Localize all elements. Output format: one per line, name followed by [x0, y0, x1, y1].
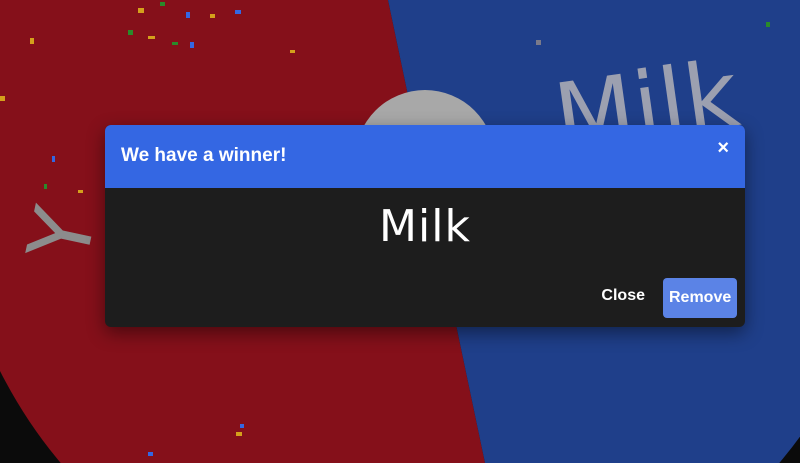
- winner-dialog: We have a winner! × Milk Close Remove: [105, 125, 745, 327]
- dialog-title: We have a winner!: [121, 145, 287, 166]
- close-icon[interactable]: ×: [717, 138, 729, 158]
- remove-button[interactable]: Remove: [663, 278, 737, 318]
- close-button[interactable]: Close: [601, 287, 645, 305]
- winner-name: Milk: [379, 201, 471, 252]
- dialog-header: We have a winner! ×: [105, 125, 745, 188]
